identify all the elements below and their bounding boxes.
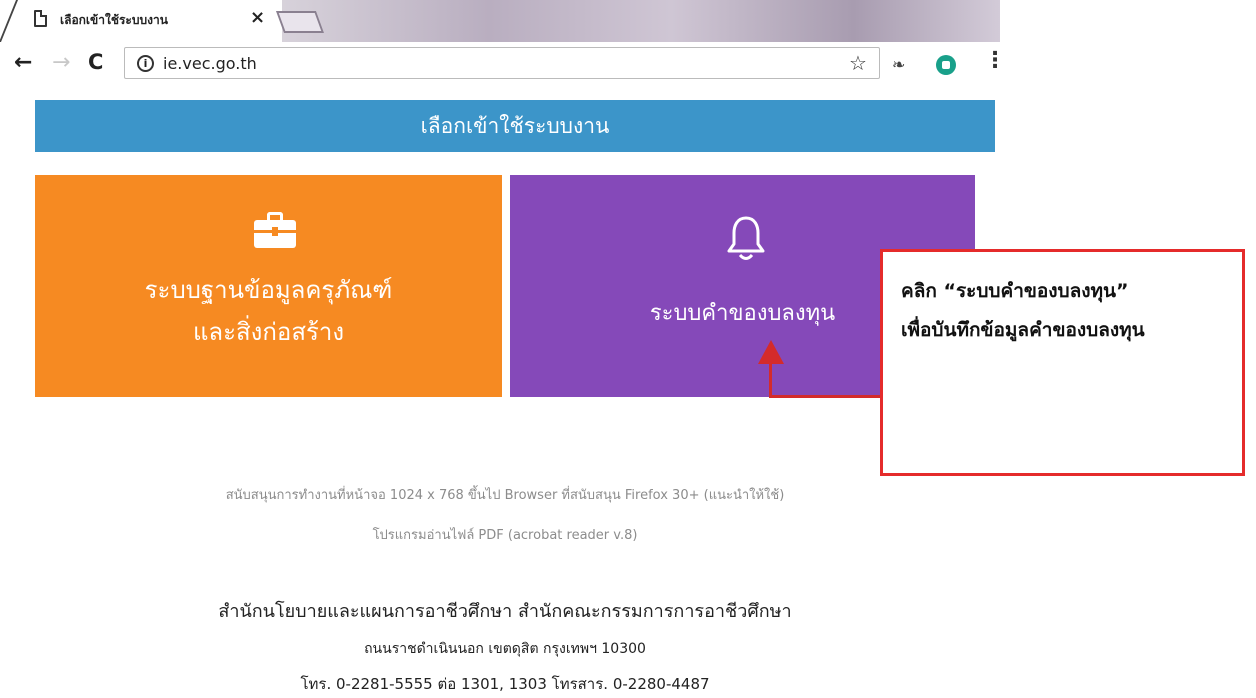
annotation-arrowhead-icon: [758, 340, 784, 364]
annotation-line1: คลิก “ระบบคำของบลงทุน”: [901, 280, 1129, 302]
info-icon[interactable]: i: [137, 55, 154, 72]
tab-strip: เลือกเข้าใช้ระบบงาน ×: [0, 0, 1000, 46]
page-header: เลือกเข้าใช้ระบบงาน: [35, 100, 995, 152]
forward-arrow-icon[interactable]: →: [52, 50, 70, 75]
new-tab-button[interactable]: [275, 11, 325, 33]
org-address: ถนนราชดำเนินนอก เขตดุสิต กรุงเทพฯ 10300: [364, 641, 646, 657]
annotation-text: คลิก “ระบบคำของบลงทุน” เพื่อบันทึกข้อมูล…: [901, 272, 1145, 350]
page-icon: [34, 10, 47, 27]
extension-bird-icon[interactable]: ❧: [892, 55, 905, 74]
asset-card-label-line2: และสิ่งก่อสร้าง: [192, 318, 345, 346]
reload-icon[interactable]: C: [88, 50, 103, 74]
support-note-line2: โปรแกรมอ่านไฟล์ PDF (acrobat reader v.8): [372, 528, 638, 543]
url-text[interactable]: ie.vec.go.th: [163, 54, 257, 73]
tab-close-button[interactable]: ×: [250, 7, 265, 28]
back-arrow-icon[interactable]: ←: [14, 50, 32, 75]
extension-teal-icon[interactable]: [936, 55, 956, 75]
address-bar[interactable]: i ie.vec.go.th ☆: [124, 47, 880, 79]
asset-card-label-line1: ระบบฐานข้อมูลครุภัณฑ์: [144, 276, 393, 304]
tab-title: เลือกเข้าใช้ระบบงาน: [60, 13, 168, 27]
tab-edge: [0, 0, 18, 46]
browser-toolbar: ← → C i ie.vec.go.th ☆ ❧ ⋮: [0, 42, 1006, 92]
browser-tab[interactable]: เลือกเข้าใช้ระบบงาน ×: [22, 0, 282, 42]
support-note-line1: สนับสนุนการทำงานที่หน้าจอ 1024 x 768 ขึ้…: [225, 488, 785, 503]
annotation-arrow-shaft: [769, 360, 772, 398]
page-title: เลือกเข้าใช้ระบบงาน: [420, 114, 610, 138]
org-name: สำนักนโยบายและแผนการอาชีวศึกษา สำนักคณะก…: [218, 601, 792, 622]
annotation-callout: คลิก “ระบบคำของบลงทุน” เพื่อบันทึกข้อมูล…: [880, 249, 1245, 476]
bell-icon: [727, 216, 765, 260]
bookmark-star-icon[interactable]: ☆: [849, 51, 867, 75]
asset-database-card[interactable]: ระบบฐานข้อมูลครุภัณฑ์ และสิ่งก่อสร้าง: [35, 175, 502, 397]
tab-strip-background: [270, 0, 1000, 42]
annotation-arrow-connector: [769, 395, 882, 398]
annotation-line2: เพื่อบันทึกข้อมูลคำของบลงทุน: [901, 319, 1145, 341]
browser-menu-icon[interactable]: ⋮: [984, 48, 1006, 73]
briefcase-icon: [254, 212, 296, 248]
org-contact: โทร. 0-2281-5555 ต่อ 1301, 1303 โทรสาร. …: [300, 675, 710, 693]
